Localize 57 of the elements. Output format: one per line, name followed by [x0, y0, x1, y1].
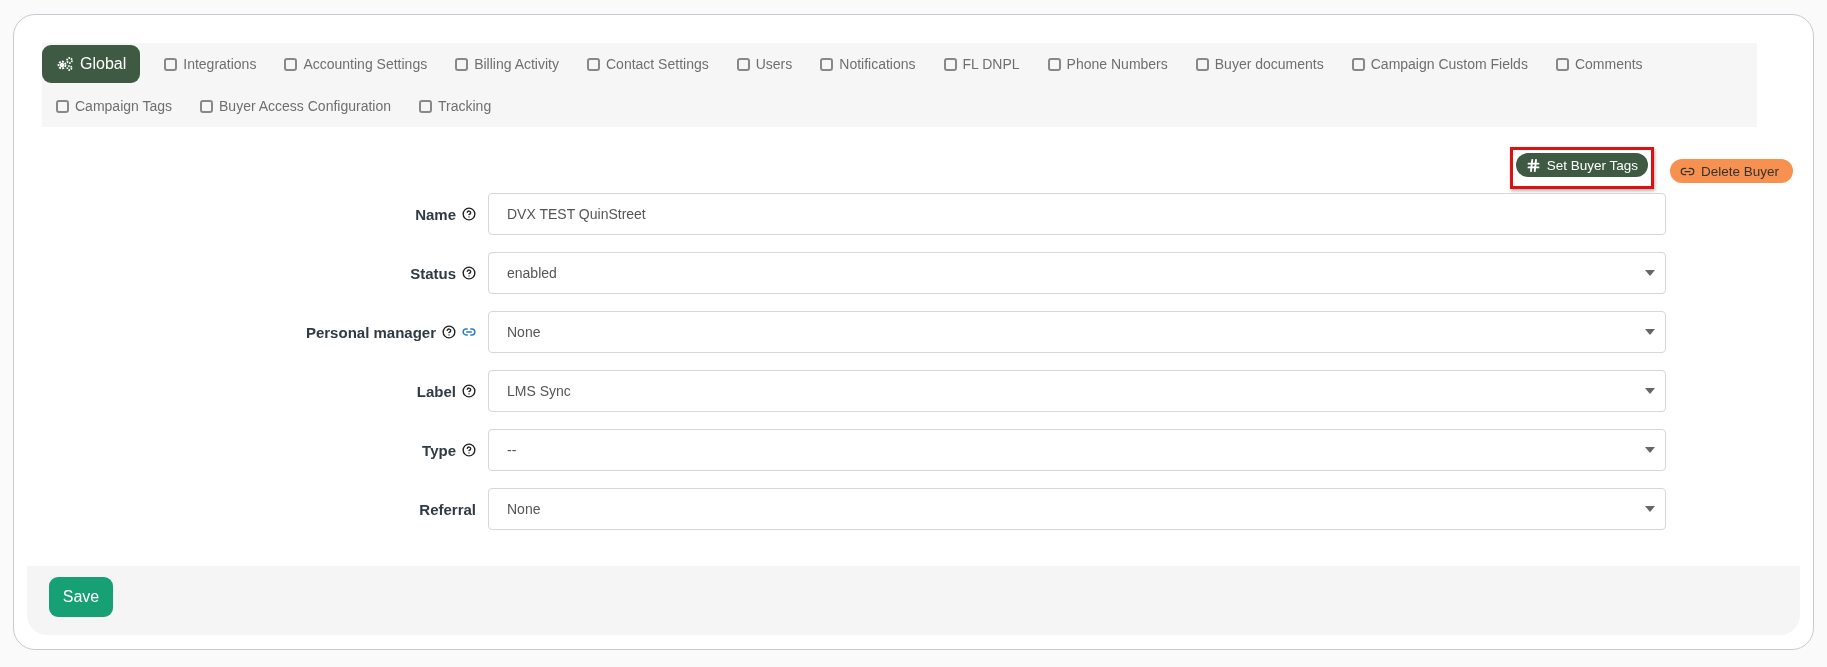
field-label: Name [415, 205, 456, 223]
gears-icon [56, 56, 74, 72]
field-label: Personal manager [305, 323, 436, 341]
field-label: Referral [419, 500, 476, 518]
tab[interactable]: Integrations [150, 45, 271, 83]
help-icon[interactable] [442, 325, 456, 339]
tab-icon [1555, 57, 1569, 71]
field-label: Type [422, 441, 456, 459]
tab[interactable]: Global [42, 45, 141, 83]
help-icon[interactable] [462, 207, 476, 221]
hash-icon [1525, 157, 1541, 173]
tab-icon [284, 57, 298, 71]
input-field[interactable]: DVX TEST QuinStreet [488, 193, 1666, 235]
tab-icon [1351, 57, 1365, 71]
tab-icon [164, 57, 178, 71]
tab[interactable]: Phone Numbers [1033, 45, 1182, 83]
tab-icon [943, 57, 957, 71]
field-label: Label [416, 382, 456, 400]
tab[interactable]: FL DNPL [929, 45, 1034, 83]
tab[interactable]: Campaign Custom Fields [1337, 45, 1542, 83]
caret-icon [1645, 329, 1655, 335]
help-icon[interactable] [462, 266, 476, 280]
field-label: Status [410, 264, 456, 282]
tab[interactable]: Buyer documents [1181, 45, 1338, 83]
caret-icon [1645, 388, 1655, 394]
tab-icon [736, 57, 750, 71]
select-field[interactable]: LMS Sync [488, 370, 1666, 412]
help-icon[interactable] [462, 384, 476, 398]
tab-icon [820, 57, 834, 71]
caret-icon [1645, 506, 1655, 512]
tab-icon [1195, 57, 1209, 71]
tab[interactable]: Tracking [405, 87, 506, 125]
tab-icon [1047, 57, 1061, 71]
tab[interactable]: Contact Settings [573, 45, 723, 83]
tab[interactable]: Comments [1541, 45, 1657, 83]
tab-icon [455, 57, 469, 71]
select-field[interactable]: enabled [488, 252, 1666, 294]
tab-icon [200, 99, 214, 113]
caret-icon [1645, 270, 1655, 276]
tab-icon [587, 57, 600, 71]
tab[interactable]: Notifications [806, 45, 930, 83]
help-icon[interactable] [462, 443, 476, 457]
delete-button[interactable]: Delete Buyer [1669, 159, 1793, 183]
tab[interactable]: Buyer Access Configuration [186, 87, 405, 125]
tab[interactable]: Users [722, 45, 807, 83]
tab[interactable]: Accounting Settings [270, 45, 442, 83]
caret-icon [1645, 447, 1655, 453]
tab[interactable]: Campaign Tags [42, 87, 187, 125]
tab[interactable]: Billing Activity [441, 45, 573, 83]
tags-button[interactable]: Set Buyer Tags [1515, 153, 1648, 177]
tab-icon [419, 99, 432, 113]
select-field[interactable]: None [488, 488, 1666, 530]
save-button[interactable]: Save [49, 577, 113, 617]
select-field[interactable]: -- [488, 429, 1666, 471]
select-field[interactable]: None [488, 311, 1666, 353]
link-icon[interactable] [462, 325, 476, 339]
tab-icon [56, 99, 69, 113]
